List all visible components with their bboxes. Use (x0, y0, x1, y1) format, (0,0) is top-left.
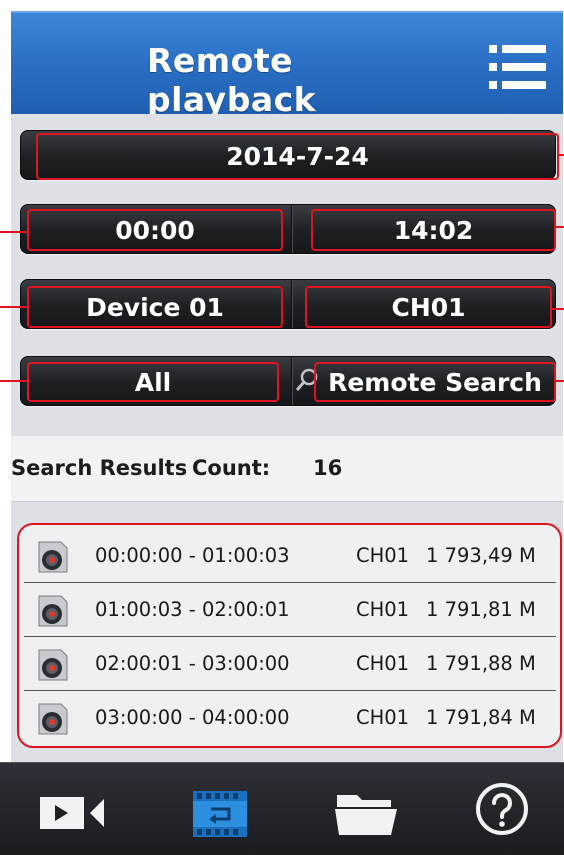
list-item[interactable]: 03:00:00 - 04:00:00 CH01 1 791,84 M (24, 691, 556, 745)
record-type-value: All (134, 367, 172, 397)
device-selector[interactable]: Device 01 (27, 286, 283, 328)
row-time-range: 02:00:01 - 03:00:00 (95, 652, 290, 675)
list-item[interactable]: 00:00:00 - 01:00:03 CH01 1 793,49 M (24, 529, 556, 583)
row-size: 1 791,84 M (426, 706, 536, 729)
annotation-line (559, 154, 564, 156)
row-time-range: 01:00:03 - 02:00:01 (95, 598, 290, 621)
camera-file-icon (38, 703, 68, 735)
row-time-range: 03:00:00 - 04:00:00 (95, 706, 290, 729)
hamburger-menu-icon[interactable] (489, 43, 547, 91)
playback-icon[interactable] (191, 789, 249, 843)
row-time-range: 00:00:00 - 01:00:03 (95, 544, 290, 567)
annotation-line (556, 380, 564, 382)
list-item[interactable]: 01:00:03 - 02:00:01 CH01 1 791,81 M (24, 583, 556, 637)
start-time-value: 00:00 (115, 215, 195, 245)
end-time-selector[interactable]: 14:02 (311, 209, 556, 251)
results-label: Search Results (11, 456, 188, 480)
list-item[interactable]: 02:00:01 - 03:00:00 CH01 1 791,88 M (24, 637, 556, 691)
bottom-nav (0, 762, 564, 855)
row-channel: CH01 (356, 544, 410, 567)
remote-search-label: Remote Search (328, 367, 542, 397)
count-label: Count: (192, 456, 271, 480)
row-channel: CH01 (356, 652, 410, 675)
date-value: 2014-7-24 (226, 142, 369, 171)
channel-selector[interactable]: CH01 (305, 286, 552, 328)
date-selector[interactable]: 2014-7-24 (36, 133, 559, 180)
start-time-selector[interactable]: 00:00 (27, 209, 283, 251)
page-title: Remote playback (147, 41, 317, 119)
row-channel: CH01 (356, 598, 410, 621)
channel-value: CH01 (391, 292, 466, 322)
live-video-icon[interactable] (38, 793, 106, 837)
annotation-line (0, 306, 27, 308)
help-icon[interactable] (474, 781, 530, 841)
camera-file-icon (38, 649, 68, 681)
annotation-line (556, 226, 564, 228)
row-size: 1 791,88 M (426, 652, 536, 675)
row-size: 1 793,49 M (426, 544, 536, 567)
record-type-selector[interactable]: All (27, 362, 279, 402)
annotation-line (0, 380, 27, 382)
row-channel: CH01 (356, 706, 410, 729)
results-header: Search Results Count: 16 (11, 436, 563, 502)
device-value: Device 01 (86, 292, 224, 322)
annotation-line (552, 308, 564, 310)
end-time-value: 14:02 (393, 215, 474, 245)
annotation-line (0, 231, 27, 233)
app-header: Remote playback (11, 11, 563, 119)
row-size: 1 791,81 M (426, 598, 536, 621)
remote-search-button[interactable]: Remote Search (314, 362, 556, 402)
camera-file-icon (38, 541, 68, 573)
count-value: 16 (313, 456, 343, 480)
camera-file-icon (38, 595, 68, 627)
folder-icon[interactable] (333, 787, 399, 841)
